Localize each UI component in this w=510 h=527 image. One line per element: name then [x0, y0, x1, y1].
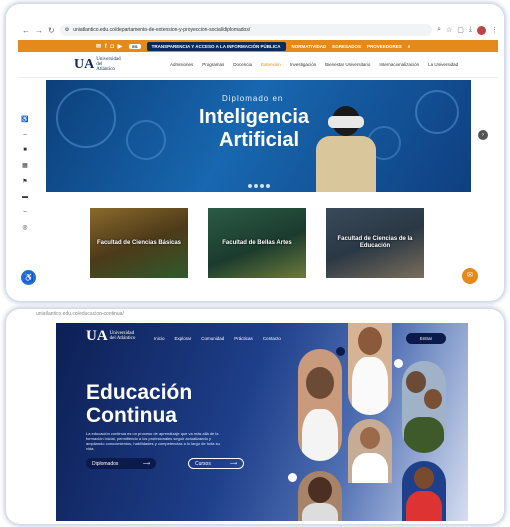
topbar-link-normatividad[interactable]: NORMATIVIDAD: [292, 44, 327, 49]
hero-title-line2: Artificial: [219, 129, 300, 151]
vr-person-image: [316, 106, 376, 192]
site-info-icon[interactable]: ⚙: [65, 27, 69, 33]
student-photo: [348, 419, 392, 483]
enter-button[interactable]: Entrar: [406, 333, 446, 344]
student-photo: [402, 361, 446, 453]
decorative-circle: [126, 120, 166, 160]
decorative-dot: [394, 359, 403, 368]
university-site-window: ← → ↻ ⚙ uniatlantico.edu.co/departamento…: [6, 4, 504, 301]
menu-inicio[interactable]: Inicio: [154, 336, 165, 341]
faculty-card-ciencias-basicas[interactable]: Facultad de Ciencias Básicas: [90, 208, 188, 278]
arrow-right-icon: ⟶: [142, 460, 150, 467]
title-line2: Continua: [86, 404, 177, 427]
logo-line2: del Atlántico: [96, 62, 115, 72]
address-bar[interactable]: uniatlantico.edu.co/educacion-continua/: [36, 311, 501, 319]
font-size-icon[interactable]: –: [23, 132, 26, 138]
decorative-dot: [288, 473, 297, 482]
page-description: La educación continua es un proceso de a…: [86, 431, 220, 451]
faculty-label: Facultad de Bellas Artes: [222, 239, 292, 246]
faculty-card-bellas-artes[interactable]: Facultad de Bellas Artes: [208, 208, 306, 278]
top-utility-bar: ✉ f ◘ ▶ ES TRANSPARENCIA Y ACCESO A LA I…: [18, 40, 498, 52]
student-photo: [348, 323, 392, 415]
nav-extension[interactable]: Extensión: [261, 62, 281, 67]
cursos-button[interactable]: Cursos ⟶: [188, 458, 244, 469]
dash-icon[interactable]: –: [23, 209, 26, 215]
nav-internacionalizacion[interactable]: Internacionalización: [379, 62, 419, 67]
university-logo[interactable]: UA Universidad del Atlántico: [86, 327, 136, 344]
student-photo: [402, 461, 446, 521]
search-icon[interactable]: ⌕: [408, 44, 411, 49]
student-photo: [298, 349, 342, 461]
carousel-dots[interactable]: [248, 184, 270, 188]
nav-admisiones[interactable]: Admisiones: [170, 62, 193, 67]
grid-icon[interactable]: ▦: [22, 162, 28, 169]
menu-explorar[interactable]: Explorar: [175, 336, 192, 341]
browser-toolbar: ← → ↻ ⚙ uniatlantico.edu.co/departamento…: [22, 22, 498, 38]
hero-subtitle: Diplomado en: [222, 94, 284, 103]
menu-practicas[interactable]: Prácticas: [234, 336, 253, 341]
topbar-link-proveedores[interactable]: PROVEEDORES: [367, 44, 402, 49]
page-menu: Inicio Explorar Comunidad Prácticas Cont…: [154, 336, 281, 341]
nav-bienestar[interactable]: Bienestar Universitario: [325, 62, 370, 67]
address-text: uniatlantico.edu.co/educacion-continua/: [36, 311, 124, 317]
hero-title-line1: Inteligencia: [199, 106, 310, 128]
diplomados-label: Diplomados: [92, 460, 119, 467]
main-navigation: UA Universidad del Atlántico Admisiones P…: [18, 52, 498, 78]
diplomados-button[interactable]: Diplomados ⟶: [86, 458, 156, 469]
university-logo[interactable]: UA Universidad del Atlántico: [74, 57, 121, 72]
arrow-right-icon: ⟶: [229, 460, 237, 467]
cursos-label: Cursos: [195, 460, 211, 467]
educacion-continua-page: UA Universidad del Atlántico Inicio Explo…: [56, 323, 468, 521]
page-title: Educación Continua: [86, 381, 192, 427]
faculty-label: Facultad de Ciencias Básicas: [96, 239, 182, 246]
topbar-link-transparency[interactable]: TRANSPARENCIA Y ACCESO A LA INFORMACIÓN …: [146, 41, 286, 51]
educacion-continua-window: uniatlantico.edu.co/educacion-continua/ …: [6, 309, 504, 524]
contrast-icon[interactable]: ■: [23, 147, 27, 153]
faculty-label: Facultad de Ciencias de la Educación: [337, 236, 413, 249]
social-icons[interactable]: ✉ f ◘ ▶: [96, 43, 123, 50]
address-text: uniatlantico.edu.co/departamento-de-exte…: [73, 27, 251, 33]
download-icon[interactable]: ⤓: [469, 26, 472, 34]
logo-mark: UA: [74, 57, 95, 72]
faculty-card-ciencias-educacion[interactable]: Facultad de Ciencias de la Educación: [326, 208, 424, 278]
bookmark-star-icon[interactable]: ☆: [446, 26, 452, 34]
back-icon[interactable]: ←: [22, 26, 30, 35]
extensions-icon[interactable]: ▢: [457, 26, 464, 34]
accessibility-icon[interactable]: ♿: [21, 116, 28, 123]
text-icon[interactable]: ▬: [22, 194, 28, 200]
nav-programas[interactable]: Programas: [202, 62, 224, 67]
accessibility-button[interactable]: ♿: [21, 270, 36, 285]
user-icon[interactable]: ◎: [22, 224, 27, 231]
zoom-icon[interactable]: ⌕: [437, 26, 441, 34]
decorative-circle: [56, 88, 116, 148]
address-bar[interactable]: ⚙ uniatlantico.edu.co/departamento-de-ex…: [59, 24, 433, 36]
accessibility-sidebar: ♿ – ■ ▦ ⚑ ▬ – ◎: [20, 116, 30, 231]
carousel-next-button[interactable]: ›: [478, 130, 488, 140]
hero-banner[interactable]: Diplomado en Inteligencia Artificial: [46, 80, 471, 192]
profile-avatar[interactable]: [477, 25, 486, 35]
title-line1: Educación: [86, 381, 193, 404]
forward-icon[interactable]: →: [35, 26, 43, 35]
menu-comunidad[interactable]: Comunidad: [201, 336, 224, 341]
reload-icon[interactable]: ↻: [48, 26, 55, 35]
menu-contacto[interactable]: Contacto: [263, 336, 281, 341]
chat-button[interactable]: ✉: [462, 268, 478, 284]
more-menu-icon[interactable]: ⋮: [491, 26, 498, 34]
decorative-circle: [415, 90, 459, 134]
nav-investigacion[interactable]: Investigación: [290, 62, 316, 67]
student-photo: [298, 471, 342, 521]
logo-line2: del Atlántico: [109, 336, 136, 341]
topbar-link-egresados[interactable]: EGRESADOS: [332, 44, 361, 49]
logo-mark: UA: [86, 327, 108, 344]
nav-docencia[interactable]: Docencia: [233, 62, 252, 67]
nav-la-universidad[interactable]: La Universidad: [428, 62, 458, 67]
decorative-dot: [336, 347, 345, 356]
flag-icon[interactable]: ⚑: [22, 178, 27, 185]
language-chip[interactable]: ES: [129, 43, 141, 49]
